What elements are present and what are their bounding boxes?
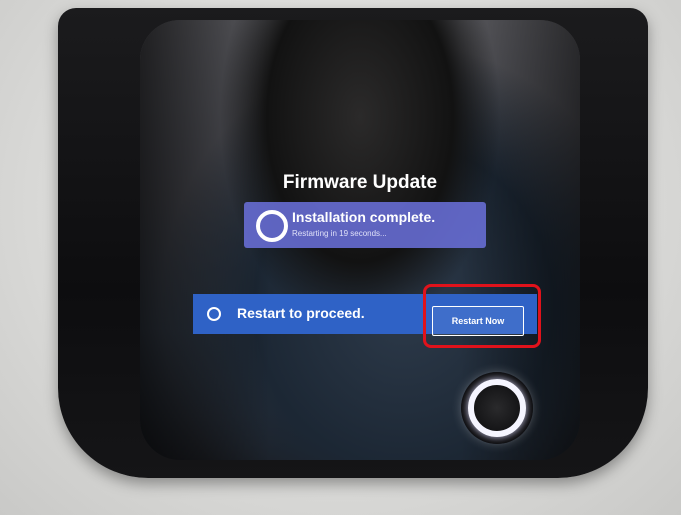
power-button[interactable]: [461, 372, 533, 444]
check-circle-icon: [207, 307, 221, 321]
status-sub-text: Restarting in 19 seconds...: [292, 229, 387, 238]
highlight-box: [423, 284, 541, 348]
status-main-text: Installation complete.: [292, 209, 436, 225]
restart-banner-text: Restart to proceed.: [237, 305, 365, 321]
power-ring-icon: [468, 379, 526, 437]
progress-ring-icon: [256, 210, 288, 242]
installation-status-card: Installation complete. Restarting in 19 …: [244, 202, 486, 248]
screen-title: Firmware Update: [282, 172, 438, 193]
